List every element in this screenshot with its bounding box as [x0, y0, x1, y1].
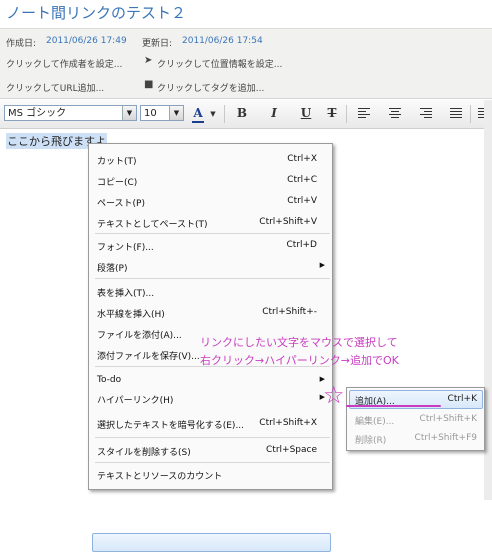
menu-divider [95, 462, 330, 463]
menu-item-shortcut: Ctrl+V [287, 196, 317, 206]
align-left-icon[interactable] [358, 108, 370, 119]
menu-item-label: カット(T) [97, 157, 137, 167]
menu-item-label: コピー(C) [97, 178, 138, 188]
location-arrow-icon: ➤ [144, 55, 153, 66]
underline-button[interactable]: U [298, 106, 314, 120]
toolbar-divider [346, 105, 347, 123]
menu-item-label: テキストとしてペースト(T) [97, 220, 208, 230]
menu-item-label: 添付ファイルを保存(V)... [97, 352, 200, 362]
align-right-icon[interactable] [420, 108, 432, 119]
italic-button[interactable]: I [266, 106, 282, 120]
annotation-line-2: 右クリック→ハイパーリンク→追加でOK [200, 354, 399, 367]
author-field[interactable]: クリックして作成者を設定... [6, 57, 122, 70]
menu-divider [95, 437, 330, 438]
meta-url-row: クリックしてURL追加... ■ クリックしてタグを追加... [0, 74, 492, 99]
font-size-value: 10 [144, 108, 157, 119]
menu-item-label: 表を挿入(T)... [97, 289, 155, 299]
menu-item-shortcut: Ctrl+Space [266, 445, 317, 455]
menu-item-cut[interactable]: カット(T) Ctrl+X [97, 154, 329, 167]
font-size-select[interactable]: 10 ▼ [140, 105, 184, 121]
meta-author-row: クリックして作成者を設定... ➤ クリックして位置情報を設定... [0, 52, 492, 74]
menu-item-label: 水平線を挿入(H) [97, 310, 165, 320]
menu-item-encrypt[interactable]: 選択したテキストを暗号化する(E)... Ctrl+Shift+X [97, 418, 329, 431]
font-color-swatch [192, 121, 204, 123]
format-toolbar: MS ゴシック ▼ 10 ▼ A ▼ B I U T [0, 100, 492, 129]
menu-item-label: 段落(P) [97, 264, 128, 274]
menu-item-paste[interactable]: ペースト(P) Ctrl+V [97, 196, 329, 209]
menu-item-shortcut: Ctrl+Shift+- [262, 307, 317, 317]
align-center-icon[interactable] [389, 108, 401, 119]
chevron-down-icon[interactable]: ▼ [205, 110, 221, 118]
toolbar-divider [470, 105, 471, 123]
submenu-item-shortcut: Ctrl+Shift+K [419, 414, 477, 424]
star-icon: ☆ [323, 381, 345, 409]
created-label: 作成日: [6, 39, 37, 49]
url-field[interactable]: クリックしてURL追加... [6, 81, 104, 94]
menu-item-remove-style[interactable]: スタイルを削除する(S) Ctrl+Space [97, 445, 329, 458]
menu-divider [95, 278, 330, 279]
submenu-arrow-icon: ▶ [319, 261, 325, 269]
menu-item-shortcut: Ctrl+D [286, 240, 318, 250]
annotation-line-1: リンクにしたい文字をマウスで選択して [200, 336, 398, 349]
menu-item-shortcut: Ctrl+Shift+V [259, 217, 317, 227]
location-field[interactable]: クリックして位置情報を設定... [157, 57, 282, 70]
menu-item-shortcut: Ctrl+C [287, 175, 317, 185]
submenu-item-shortcut: Ctrl+K [447, 394, 477, 404]
chevron-down-icon[interactable]: ▼ [169, 106, 183, 120]
editor-scrollbar[interactable] [484, 100, 492, 500]
menu-item-count[interactable]: テキストとリソースのカウント [97, 469, 329, 482]
hyperlink-submenu: 追加(A)... Ctrl+K 編集(E)... Ctrl+Shift+K 削除(R… [346, 387, 485, 451]
submenu-item-label: 削除(R) [355, 436, 387, 446]
chevron-down-icon[interactable]: ▼ [122, 106, 136, 120]
updated-value[interactable]: 2011/06/26 17:54 [182, 36, 263, 46]
note-title[interactable]: ノート間リンクのテスト２ [6, 2, 186, 23]
menu-item-label: フォント(F)... [97, 243, 154, 253]
menu-item-insert-hr[interactable]: 水平線を挿入(H) Ctrl+Shift+- [97, 307, 329, 320]
submenu-item-label: 編集(E)... [355, 417, 395, 427]
toolbar-divider [224, 105, 225, 123]
created-value[interactable]: 2011/06/26 17:49 [46, 36, 127, 46]
menu-item-label: テキストとリソースのカウント [97, 472, 223, 482]
font-color-button[interactable]: A [190, 106, 206, 120]
submenu-item-delete[interactable]: 削除(R) Ctrl+Shift+F9 [355, 433, 481, 446]
menu-item-label: ペースト(P) [97, 199, 145, 209]
context-menu: カット(T) Ctrl+X コピー(C) Ctrl+C ペースト(P) Ctrl+V … [88, 143, 333, 552]
menu-item-paste-as-text[interactable]: テキストとしてペースト(T) Ctrl+Shift+V [97, 217, 329, 230]
menu-item-label: スタイルを削除する(S) [97, 448, 191, 458]
align-justify-icon[interactable] [450, 108, 462, 119]
menu-item-label: 選択したテキストを暗号化する(E)... [97, 421, 245, 431]
menu-item-hyperlink[interactable]: ハイパーリンク(H) ▶ [97, 393, 329, 406]
menu-highlight [92, 533, 331, 552]
strikethrough-button[interactable]: T [324, 106, 340, 120]
tag-field[interactable]: クリックしてタグを追加... [157, 81, 264, 94]
font-name-value: MS ゴシック [8, 108, 67, 119]
font-name-select[interactable]: MS ゴシック ▼ [4, 105, 137, 121]
menu-item-label: To-do [97, 375, 122, 385]
menu-divider [95, 233, 330, 234]
annotation-underline [346, 405, 441, 407]
menu-item-label: ハイパーリンク(H) [97, 396, 174, 406]
updated-label: 更新日: [142, 39, 173, 49]
menu-item-shortcut: Ctrl+X [287, 154, 317, 164]
menu-item-shortcut: Ctrl+Shift+X [259, 418, 317, 428]
menu-item-todo[interactable]: To-do ▶ [97, 375, 329, 385]
menu-item-label: ファイルを添付(A)... [97, 331, 182, 341]
menu-item-insert-table[interactable]: 表を挿入(T)... [97, 286, 329, 299]
submenu-item-edit[interactable]: 編集(E)... Ctrl+Shift+K [355, 414, 481, 427]
menu-item-copy[interactable]: コピー(C) Ctrl+C [97, 175, 329, 188]
bold-button[interactable]: B [234, 106, 250, 120]
menu-item-font[interactable]: フォント(F)... Ctrl+D [97, 240, 329, 253]
tag-icon: ■ [144, 79, 154, 90]
menu-item-paragraph[interactable]: 段落(P) ▶ [97, 261, 329, 274]
submenu-item-shortcut: Ctrl+Shift+F9 [414, 433, 477, 443]
meta-dates-row: 作成日: 2011/06/26 17:49 更新日: 2011/06/26 17… [0, 28, 492, 53]
